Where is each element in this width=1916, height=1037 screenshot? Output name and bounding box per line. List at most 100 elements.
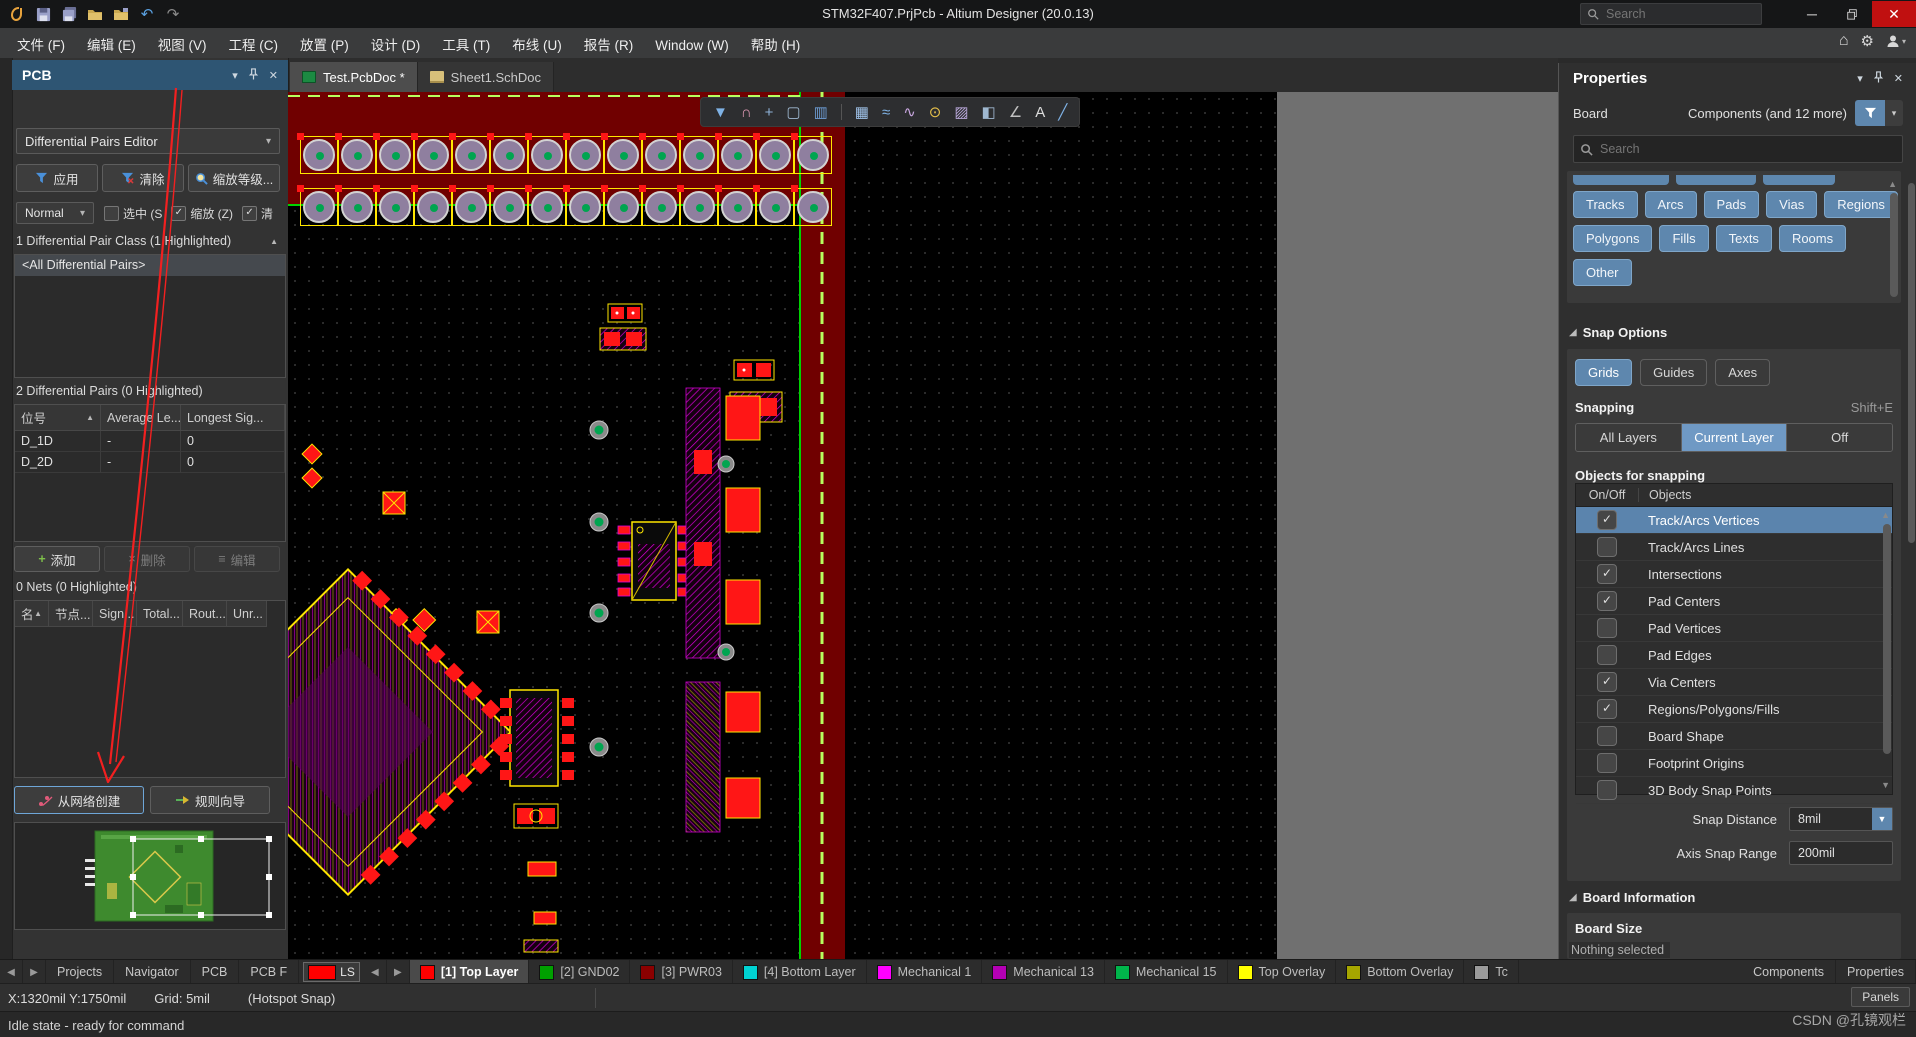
filter-button-tracks[interactable]: Tracks (1573, 191, 1638, 218)
snap-object-row[interactable]: ✓ Via Centers (1576, 669, 1892, 696)
nets-column-header[interactable]: Total... (137, 601, 183, 627)
user-account-icon[interactable]: ▾ (1886, 34, 1906, 48)
layer-scroll-right-icon[interactable]: ▶ (387, 960, 410, 984)
layer-tab[interactable]: Mechanical 15 (1105, 960, 1228, 984)
filter-button-fills[interactable]: Fills (1659, 225, 1709, 252)
menu-item-9[interactable]: 报告 (R) (573, 28, 645, 60)
filter-button-pads[interactable]: Pads (1703, 191, 1760, 218)
menu-item-2[interactable]: 编辑 (E) (76, 28, 147, 60)
properties-search[interactable] (1573, 135, 1903, 163)
current-layer-chip[interactable]: LS (303, 962, 360, 982)
menu-item-3[interactable]: 视图 (V) (147, 28, 218, 60)
menu-item-4[interactable]: 工程 (C) (218, 28, 290, 60)
doc-tab-1[interactable]: Test.PcbDoc * (290, 62, 418, 92)
save-all-icon[interactable] (58, 3, 80, 25)
pairs-column-header[interactable]: 位号 ▲ (15, 405, 101, 431)
snap-object-row[interactable]: Track/Arcs Lines (1576, 534, 1892, 561)
table-scroll-up-icon[interactable]: ▲ (1881, 510, 1890, 520)
nets-column-header[interactable]: 名 ▲ (15, 601, 49, 627)
gear-icon[interactable]: ⚙ (1861, 32, 1874, 50)
layer-tab[interactable]: [4] Bottom Layer (733, 960, 867, 984)
scroll-up-icon[interactable]: ▲ (1888, 179, 1897, 189)
snapping-mode-all-layers[interactable]: All Layers (1576, 424, 1682, 451)
axis-snap-range-input[interactable]: 200mil (1789, 841, 1893, 865)
checkbox-icon[interactable]: ✓ (1597, 699, 1617, 719)
region-icon[interactable]: ◧ (982, 105, 996, 120)
snapping-mode-current-layer[interactable]: Current Layer (1681, 424, 1788, 451)
route-icon[interactable]: ≈ (882, 105, 890, 120)
layer-tab[interactable]: [1] Top Layer (409, 960, 530, 984)
filter-button-polygons[interactable]: Polygons (1573, 225, 1653, 252)
snap-button-guides[interactable]: Guides (1640, 359, 1708, 386)
snap-button-grids[interactable]: Grids (1575, 359, 1633, 386)
clear-filter-button[interactable]: 清除 (102, 164, 184, 192)
layer-tab[interactable]: Bottom Overlay (1336, 960, 1465, 984)
snap-object-row[interactable]: ✓ Intersections (1576, 561, 1892, 588)
menu-item-10[interactable]: Window (W) (644, 32, 740, 59)
panel-tab-components[interactable]: Components (1742, 960, 1837, 984)
rule-wizard-button[interactable]: 规则向导 (150, 786, 270, 814)
checkbox-icon[interactable]: ✓ (1597, 672, 1617, 692)
snap-object-row[interactable]: ✓ Regions/Polygons/Fills (1576, 696, 1892, 723)
restore-button[interactable] (1832, 1, 1872, 27)
checkbox-icon[interactable]: ✓ (1597, 510, 1617, 530)
pencil-icon[interactable]: ╱ (1058, 105, 1067, 120)
pair-class-item[interactable]: <All Differential Pairs> (15, 255, 285, 276)
panel-scroll-right-icon[interactable]: ▶ (23, 960, 46, 984)
snap-object-row[interactable]: ✓ Track/Arcs Vertices (1576, 507, 1892, 534)
close-panel-icon[interactable]: ✕ (269, 69, 278, 82)
collapse-icon[interactable]: ▲ (270, 237, 278, 246)
save-icon[interactable] (32, 3, 54, 25)
properties-close-icon[interactable]: ✕ (1894, 72, 1903, 85)
home-icon[interactable]: ⌂ (1839, 32, 1849, 50)
checkbox-icon[interactable] (1597, 753, 1617, 773)
panel-tab-properties[interactable]: Properties (1836, 960, 1916, 984)
snap-object-row[interactable]: Board Shape (1576, 723, 1892, 750)
scope-filter-button[interactable] (1855, 100, 1885, 126)
pcb-canvas[interactable]: ▼ ∩ + ▢ ▥ ▦ ≈ ∿ ⊙ ▨ ◧ ∠ A ╱ (288, 92, 1277, 959)
search-input[interactable] (1604, 6, 1728, 22)
properties-scrollbar[interactable] (1908, 183, 1915, 543)
minimize-button[interactable]: ─ (1792, 1, 1832, 27)
checkbox-icon[interactable] (1597, 537, 1617, 557)
titlebar-search[interactable] (1580, 3, 1762, 25)
snapping-mode-off[interactable]: Off (1787, 424, 1892, 451)
layer-tab[interactable]: Top Overlay (1228, 960, 1337, 984)
selection-icon[interactable]: ▢ (786, 105, 800, 120)
nets-column-header[interactable]: Rout... (183, 601, 227, 627)
apply-filter-button[interactable]: 应用 (16, 164, 98, 192)
properties-pin-icon[interactable] (1873, 70, 1884, 86)
filter-button-vias[interactable]: Vias (1766, 191, 1818, 218)
doc-tab-2[interactable]: Sheet1.SchDoc (417, 62, 554, 92)
checkbox-icon[interactable] (1597, 618, 1617, 638)
filter-button-rooms[interactable]: Rooms (1778, 225, 1847, 252)
snap-object-row[interactable]: 3D Body Snap Points (1576, 777, 1892, 804)
menu-item-8[interactable]: 布线 (U) (501, 28, 573, 60)
nav-tab-navigator[interactable]: Navigator (114, 960, 191, 984)
histogram-icon[interactable]: ▥ (814, 105, 828, 120)
undo-icon[interactable]: ↶ (136, 3, 158, 25)
layer-tab[interactable]: [2] GND02 (529, 960, 631, 984)
panel-menu-icon[interactable]: ▾ (232, 69, 238, 82)
checkbox-icon[interactable] (1597, 645, 1617, 665)
board-preview[interactable] (14, 822, 286, 930)
editor-mode-dropdown[interactable]: Differential Pairs Editor ▾ (16, 128, 280, 154)
cross-icon[interactable]: + (765, 105, 774, 120)
filter-icon[interactable]: ▼ (713, 105, 728, 120)
pairs-column-header[interactable]: Average Le... (101, 405, 181, 431)
nets-column-header[interactable]: Sign... (93, 601, 137, 627)
snap-object-row[interactable]: Pad Edges (1576, 642, 1892, 669)
layer-scroll-left-icon[interactable]: ◀ (364, 960, 387, 984)
filter-button-arcs[interactable]: Arcs (1644, 191, 1697, 218)
display-mode-dropdown[interactable]: Normal ▾ (16, 202, 94, 224)
snap-object-row[interactable]: ✓ Pad Centers (1576, 588, 1892, 615)
layer-tab[interactable]: Mechanical 13 (982, 960, 1105, 984)
menu-item-6[interactable]: 设计 (D) (360, 28, 432, 60)
snap-distance-dropdown[interactable]: 8mil ▼ (1789, 807, 1893, 831)
filter-button-regions[interactable]: Regions (1824, 191, 1898, 218)
snap-object-row[interactable]: Pad Vertices (1576, 615, 1892, 642)
panels-button[interactable]: Panels (1851, 987, 1910, 1007)
open-project-icon[interactable] (110, 3, 132, 25)
filter-button-texts[interactable]: Texts (1715, 225, 1772, 252)
pin-icon[interactable] (248, 67, 259, 83)
